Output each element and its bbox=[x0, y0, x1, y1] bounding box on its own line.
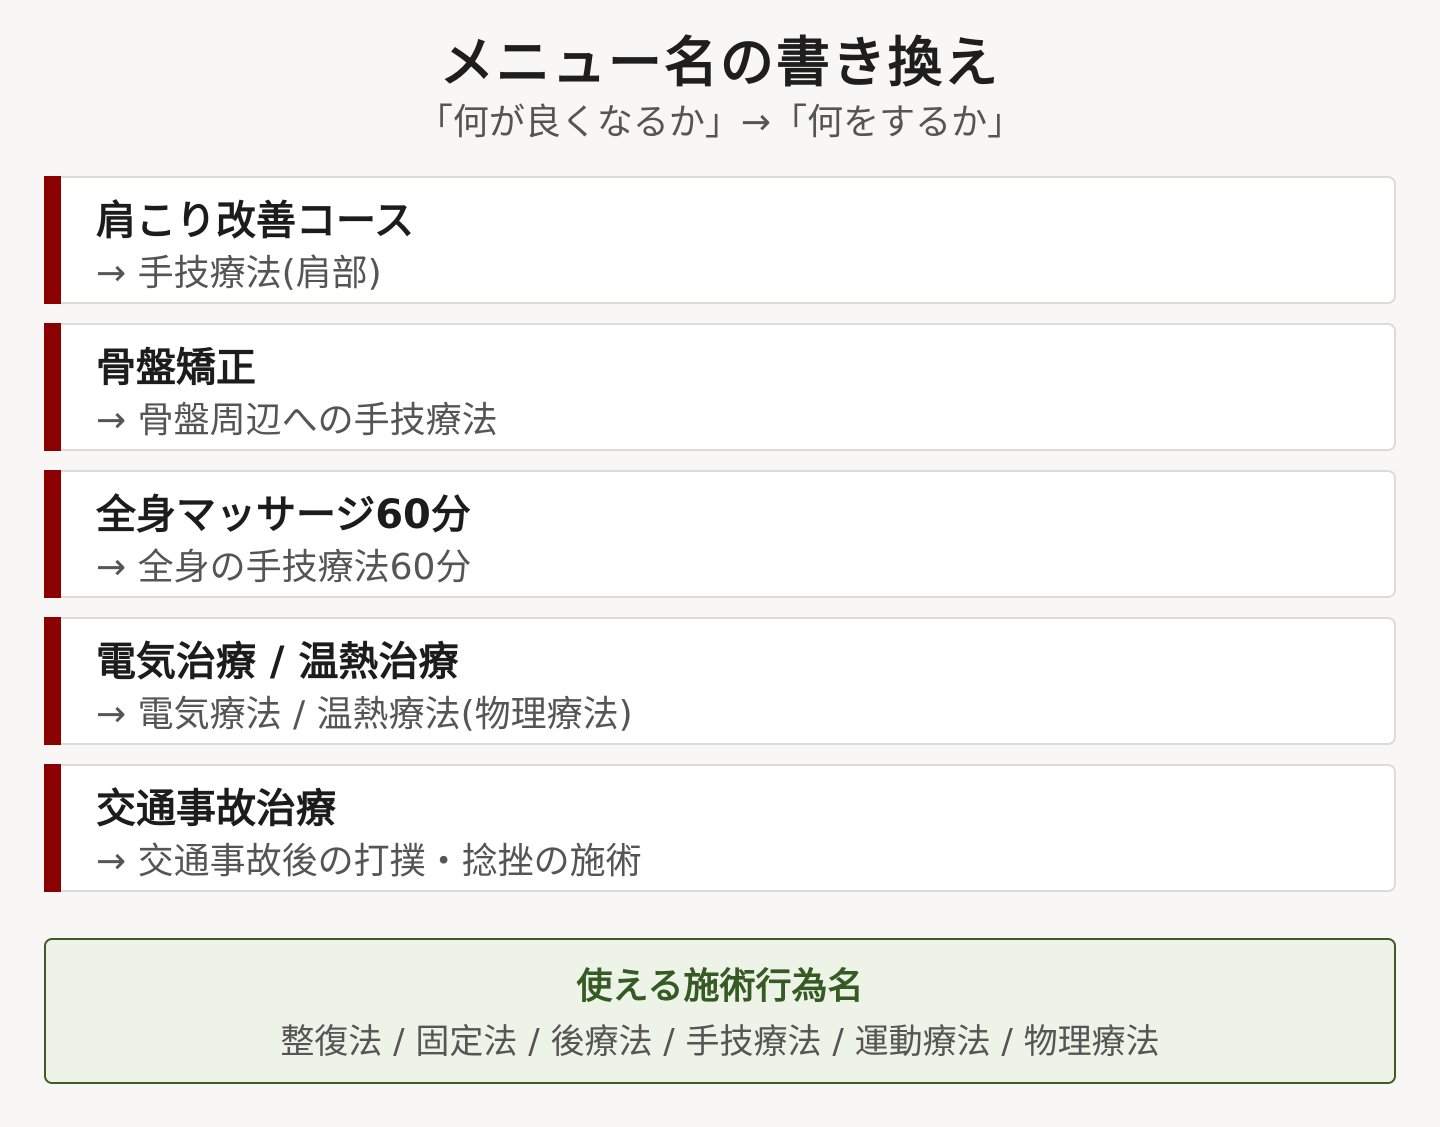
usable-terms-title: 使える施術行為名 bbox=[576, 966, 864, 1007]
page-subtitle: 「何が良くなるか」→「何をするか」 bbox=[416, 102, 1024, 143]
menu-card: 肩こり改善コース → 手技療法(肩部) bbox=[44, 176, 1396, 304]
menu-name: 肩こり改善コース bbox=[96, 198, 414, 244]
menu-rewrite: → 骨盤周辺への手技療法 bbox=[96, 400, 498, 441]
menu-name: 全身マッサージ60分 bbox=[96, 492, 471, 538]
menu-card: 骨盤矯正 → 骨盤周辺への手技療法 bbox=[44, 323, 1396, 451]
menu-rewrite: → 全身の手技療法60分 bbox=[96, 547, 472, 588]
menu-card: 電気治療 / 温熱治療 → 電気療法 / 温熱療法(物理療法) bbox=[44, 617, 1396, 745]
menu-name: 骨盤矯正 bbox=[96, 345, 256, 391]
menu-card: 交通事故治療 → 交通事故後の打撲・捻挫の施術 bbox=[44, 764, 1396, 892]
menu-list: 肩こり改善コース → 手技療法(肩部) 骨盤矯正 → 骨盤周辺への手技療法 全身… bbox=[44, 176, 1396, 911]
usable-terms-box: 使える施術行為名 整復法 / 固定法 / 後療法 / 手技療法 / 運動療法 /… bbox=[44, 938, 1396, 1084]
accent-bar bbox=[44, 617, 61, 745]
usable-terms-list: 整復法 / 固定法 / 後療法 / 手技療法 / 運動療法 / 物理療法 bbox=[280, 1022, 1160, 1062]
accent-bar bbox=[44, 764, 61, 892]
menu-name: 交通事故治療 bbox=[96, 786, 336, 832]
page-title: メニュー名の書き換え bbox=[440, 31, 1000, 94]
menu-rewrite: → 電気療法 / 温熱療法(物理療法) bbox=[96, 694, 633, 735]
menu-name: 電気治療 / 温熱治療 bbox=[96, 639, 459, 685]
page: メニュー名の書き換え 「何が良くなるか」→「何をするか」 肩こり改善コース → … bbox=[0, 0, 1440, 1127]
header: メニュー名の書き換え 「何が良くなるか」→「何をするか」 bbox=[0, 0, 1440, 148]
menu-card: 全身マッサージ60分 → 全身の手技療法60分 bbox=[44, 470, 1396, 598]
menu-rewrite: → 手技療法(肩部) bbox=[96, 253, 382, 294]
menu-rewrite: → 交通事故後の打撲・捻挫の施術 bbox=[96, 841, 642, 882]
accent-bar bbox=[44, 323, 61, 451]
accent-bar bbox=[44, 176, 61, 304]
accent-bar bbox=[44, 470, 61, 598]
